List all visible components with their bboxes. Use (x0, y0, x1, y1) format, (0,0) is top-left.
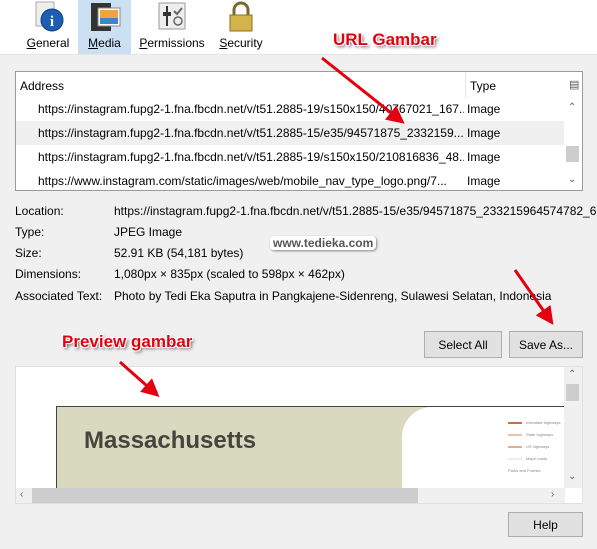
help-button[interactable]: Help (508, 512, 583, 537)
media-list[interactable]: Address Type ▤ https://instagram.fupg2-1… (15, 71, 583, 191)
toolbar: i General Media Permissions Security (0, 0, 597, 55)
lock-icon (225, 0, 257, 32)
column-address[interactable]: Address (20, 79, 64, 93)
list-item[interactable]: https://instagram.fupg2-1.fna.fbcdn.net/… (16, 97, 564, 121)
annotation-preview: Preview gambar (62, 332, 193, 351)
column-picker-icon[interactable]: ▤ (569, 78, 579, 91)
scroll-up-icon[interactable]: ⌃ (568, 369, 576, 380)
scroll-down-icon[interactable]: ⌄ (568, 174, 576, 185)
select-all-button[interactable]: Select All (424, 331, 502, 358)
scroll-down-icon[interactable]: ⌄ (568, 471, 576, 482)
tab-permissions[interactable]: Permissions (137, 0, 207, 54)
list-item-selected[interactable]: https://instagram.fupg2-1.fna.fbcdn.net/… (16, 121, 564, 145)
scroll-right-icon[interactable]: › (551, 489, 554, 500)
image-preview: Massachusetts Interstate highways State … (15, 366, 583, 504)
scroll-thumb[interactable] (566, 384, 579, 401)
scroll-left-icon[interactable]: ‹ (20, 489, 23, 500)
column-type[interactable]: Type (470, 79, 496, 93)
watermark: www.tedieka.com (270, 236, 377, 250)
preview-vertical-scrollbar[interactable]: ⌃ ⌄ (564, 367, 582, 488)
list-item[interactable]: https://www.instagram.com/static/images/… (16, 169, 564, 190)
svg-text:i: i (50, 14, 54, 30)
scroll-thumb[interactable] (566, 146, 579, 162)
media-icon (89, 0, 121, 32)
save-as-button[interactable]: Save As... (509, 331, 583, 358)
tab-general[interactable]: i General (22, 0, 74, 54)
preview-image: Massachusetts Interstate highways State … (56, 406, 569, 489)
scroll-up-icon[interactable]: ⌃ (568, 102, 576, 113)
list-item[interactable]: https://instagram.fupg2-1.fna.fbcdn.net/… (16, 145, 564, 169)
list-scrollbar[interactable]: ⌃ ⌄ (564, 98, 582, 190)
map-legend: Interstate highways State highways US hi… (508, 420, 561, 473)
info-icon: i (32, 0, 64, 32)
list-header: Address Type ▤ (16, 72, 582, 98)
permissions-icon (156, 0, 188, 32)
tab-media[interactable]: Media (78, 0, 131, 54)
preview-horizontal-scrollbar[interactable]: ‹ › (16, 488, 565, 503)
scroll-thumb[interactable] (32, 488, 418, 503)
tab-security[interactable]: Security (216, 0, 266, 54)
annotation-url: URL Gambar (333, 30, 437, 49)
